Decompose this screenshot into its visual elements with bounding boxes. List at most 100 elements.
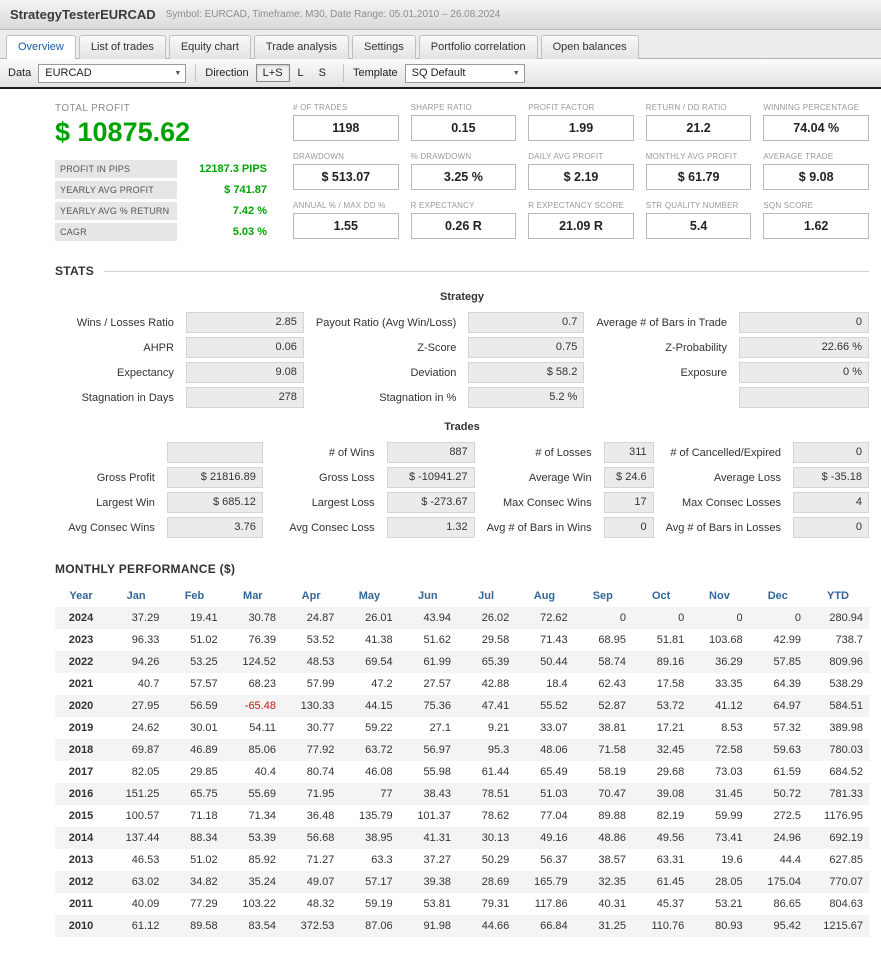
value-cell: 50.44 (515, 651, 573, 673)
stat-label: ANNUAL % / MAX DD % (293, 201, 399, 210)
value-cell: 53.81 (399, 893, 457, 915)
summary-label: CAGR (55, 223, 177, 241)
value-cell: 804.63 (807, 893, 869, 915)
stat-value: $ 513.07 (293, 164, 399, 190)
stat-label: # OF TRADES (293, 103, 399, 112)
value-cell: 175.04 (749, 871, 807, 893)
tab-trade-analysis[interactable]: Trade analysis (254, 35, 349, 59)
value-cell: 584.51 (807, 695, 869, 717)
value-cell: 48.86 (574, 827, 632, 849)
tab-portfolio-correlation[interactable]: Portfolio correlation (419, 35, 538, 59)
tab-settings[interactable]: Settings (352, 35, 416, 59)
trades-stats-grid: # of Wins887# of Losses311# of Cancelled… (55, 442, 869, 538)
value-cell: 71.18 (165, 805, 223, 827)
value-cell: 684.52 (807, 761, 869, 783)
trades-value-avg-consec-wins: 3.76 (167, 517, 263, 538)
title-subtitle: Symbol: EURCAD, Timeframe: M30, Date Ran… (166, 9, 501, 20)
value-cell: 72.62 (515, 607, 573, 629)
value-cell: 627.85 (807, 849, 869, 871)
trades-value-average-win: $ 24.6 (604, 467, 654, 488)
trades-value-of-cancelled-expired: 0 (793, 442, 869, 463)
value-cell: 73.03 (690, 761, 748, 783)
tab-bar: OverviewList of tradesEquity chartTrade … (0, 30, 881, 59)
value-cell: 43.94 (399, 607, 457, 629)
trades-subsection-title: Trades (55, 421, 869, 433)
value-cell: 55.98 (399, 761, 457, 783)
value-cell: 61.99 (399, 651, 457, 673)
template-select[interactable]: SQ Default ▼ (405, 64, 525, 83)
value-cell: 64.39 (749, 673, 807, 695)
value-cell: 77 (340, 783, 398, 805)
tab-list-of-trades[interactable]: List of trades (79, 35, 166, 59)
strategy-value-stagnation-in: 5.2 % (468, 387, 584, 408)
value-cell: 83.54 (224, 915, 282, 937)
data-select-value: EURCAD (45, 67, 91, 79)
table-row-2013: 201346.5351.0285.9271.2763.337.2750.2956… (55, 849, 869, 871)
value-cell: 28.69 (457, 871, 515, 893)
stat-r-expectancy: R EXPECTANCY0.26 R (411, 201, 517, 239)
stat-daily-avg-profit: DAILY AVG PROFIT$ 2.19 (528, 152, 634, 190)
year-cell: 2024 (55, 607, 107, 629)
tab-overview[interactable]: Overview (6, 35, 76, 59)
trades-value-largest-loss: $ -273.67 (387, 492, 475, 513)
direction-l-s-button[interactable]: L+S (256, 64, 290, 82)
table-row-2022: 202294.2653.25124.5248.5369.5461.9965.39… (55, 651, 869, 673)
stat-label: % DRAWDOWN (411, 152, 517, 161)
value-cell: 57.85 (749, 651, 807, 673)
value-cell: 692.19 (807, 827, 869, 849)
strategy-value-payout-ratio-avg-win-loss: 0.7 (468, 312, 584, 333)
value-cell: 71.58 (574, 739, 632, 761)
value-cell: 0 (574, 607, 632, 629)
value-cell: 36.48 (282, 805, 340, 827)
stat-value: 21.09 R (528, 213, 634, 239)
value-cell: 32.35 (574, 871, 632, 893)
data-label: Data (8, 67, 31, 79)
value-cell: 1215.67 (807, 915, 869, 937)
stat-label: SHARPE RATIO (411, 103, 517, 112)
stat-sharpe-ratio: SHARPE RATIO 0.15 (411, 103, 517, 141)
column-header-jun: Jun (399, 585, 457, 607)
value-cell: 89.58 (165, 915, 223, 937)
value-cell: 82.05 (107, 761, 165, 783)
value-cell: 42.99 (749, 629, 807, 651)
stat-drawdown: DRAWDOWN$ 513.07 (293, 152, 399, 190)
total-profit-label: TOTAL PROFIT (55, 103, 267, 114)
data-select[interactable]: EURCAD ▼ (38, 64, 186, 83)
direction-s-button[interactable]: S (312, 64, 333, 82)
strategy-value-ahpr: 0.06 (186, 337, 304, 358)
table-row-2012: 201263.0234.8235.2449.0757.1739.3828.691… (55, 871, 869, 893)
stat-label: WINNING PERCENTAGE (763, 103, 869, 112)
value-cell: 48.06 (515, 739, 573, 761)
stat-r-expectancy-score: R EXPECTANCY SCORE21.09 R (528, 201, 634, 239)
monthly-performance-section: MONTHLY PERFORMANCE ($) YearJanFebMarApr… (55, 562, 869, 937)
summary-row-cagr: CAGR5.03 % (55, 223, 267, 241)
value-cell: 29.58 (457, 629, 515, 651)
value-cell: 63.31 (632, 849, 690, 871)
value-cell: 69.87 (107, 739, 165, 761)
value-cell: 79.31 (457, 893, 515, 915)
trades-value-avg-of-bars-in-wins: 0 (604, 517, 654, 538)
value-cell: 39.38 (399, 871, 457, 893)
strategy-label-deviation: Deviation (316, 367, 456, 379)
trades-value-of-wins: 887 (387, 442, 475, 463)
value-cell: 31.45 (690, 783, 748, 805)
tab-open-balances[interactable]: Open balances (541, 35, 639, 59)
strategy-subsection-title: Strategy (55, 291, 869, 303)
tab-equity-chart[interactable]: Equity chart (169, 35, 251, 59)
value-cell: 69.54 (340, 651, 398, 673)
stats-section: STATS Strategy Wins / Losses Ratio2.85Pa… (55, 264, 869, 538)
value-cell: 85.92 (224, 849, 282, 871)
value-cell: 103.68 (690, 629, 748, 651)
direction-l-button[interactable]: L (291, 64, 311, 82)
value-cell: 17.58 (632, 673, 690, 695)
value-cell: 63.72 (340, 739, 398, 761)
value-cell: 53.52 (282, 629, 340, 651)
column-header-jul: Jul (457, 585, 515, 607)
monthly-performance-title: MONTHLY PERFORMANCE ($) (55, 562, 869, 576)
year-cell: 2018 (55, 739, 107, 761)
strategy-value-deviation: $ 58.2 (468, 362, 584, 383)
stat-value: 0.15 (411, 115, 517, 141)
stat-label: DAILY AVG PROFIT (528, 152, 634, 161)
value-cell: 8.53 (690, 717, 748, 739)
value-cell: 58.74 (574, 651, 632, 673)
